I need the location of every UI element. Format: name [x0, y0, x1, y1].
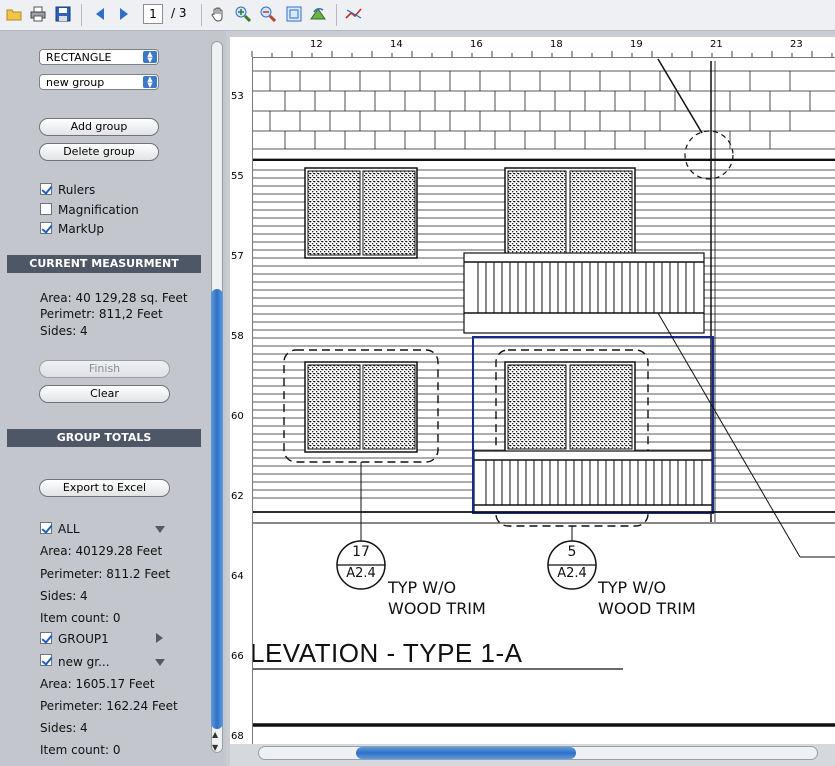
- detail-tag-17-number: 17: [352, 544, 370, 560]
- ruler-label: 55: [231, 171, 244, 182]
- group-all-area: Area: 40129.28 Feet: [40, 544, 163, 558]
- scroll-up-icon[interactable]: ▲: [212, 730, 218, 739]
- clear-button[interactable]: Clear: [39, 385, 170, 403]
- detail-tag-5-ref: A2.4: [557, 566, 587, 581]
- finish-button[interactable]: Finish: [39, 360, 170, 378]
- chevron-updown-icon: ▲ ▼: [143, 51, 157, 64]
- page-total: / 3: [171, 6, 187, 20]
- add-group-button[interactable]: Add group: [39, 118, 159, 136]
- sidebar: RECTANGLE ▲ ▼ new group ▲ ▼ Add group Dele…: [0, 31, 208, 766]
- current-sides: Sides: 4: [40, 324, 88, 338]
- scroll-thumb[interactable]: [211, 289, 223, 729]
- measure-tool-icon[interactable]: [344, 4, 364, 24]
- ruler-label: 53: [231, 91, 244, 102]
- group1-checkbox[interactable]: [40, 632, 52, 644]
- ruler-label: 64: [231, 571, 244, 582]
- ruler-label: 66: [231, 651, 244, 662]
- group-totals-header: GROUP TOTALS: [7, 429, 201, 447]
- group-all-sides: Sides: 4: [40, 589, 88, 603]
- group-all-label: ALL: [58, 522, 80, 536]
- ruler-label: 58: [231, 331, 244, 342]
- shape-select-value: RECTANGLE: [46, 51, 112, 64]
- vertical-ruler: 53 55 57 58 60 62 64 66 68: [230, 57, 253, 766]
- note-line: WOOD TRIM: [598, 599, 696, 618]
- ruler-label: 19: [630, 39, 643, 50]
- note-line: TYP W/O: [598, 578, 667, 597]
- expand-down-icon[interactable]: [155, 526, 165, 533]
- new-group-area: Area: 1605.17 Feet: [40, 677, 155, 691]
- current-perimeter: Perimetr: 811,2 Feet: [40, 307, 163, 321]
- detail-tag-5-number: 5: [567, 544, 577, 560]
- note-typ-wood-trim-left: TYP W/O WOOD TRIM: [388, 577, 486, 619]
- detail-tag-17-ref: A2.4: [346, 566, 376, 581]
- rulers-label: Rulers: [58, 183, 96, 197]
- current-area: Area: 40 129,28 sq. Feet: [40, 291, 188, 305]
- print-icon[interactable]: [28, 4, 48, 24]
- group-select[interactable]: new group ▲ ▼: [39, 74, 159, 90]
- scroll-down-icon[interactable]: ▼: [212, 743, 218, 752]
- hand-pan-icon[interactable]: [208, 4, 228, 24]
- ruler-label: 68: [231, 731, 244, 742]
- group-all-checkbox[interactable]: [40, 522, 52, 534]
- current-measurement-header: CURRENT MEASURMENT: [7, 255, 201, 273]
- horizontal-ruler: 12 14 16 18 19 21 23: [230, 37, 835, 58]
- rulers-checkbox[interactable]: [40, 183, 52, 195]
- new-group-item-count: Item count: 0: [40, 743, 121, 757]
- sidebar-scrollbar[interactable]: ▲ ▼: [208, 31, 226, 766]
- zoom-out-icon[interactable]: [258, 4, 278, 24]
- open-folder-icon[interactable]: [4, 4, 24, 24]
- new-group-label: new gr...: [58, 655, 110, 669]
- delete-group-button[interactable]: Delete group: [39, 143, 159, 161]
- scroll-thumb[interactable]: [356, 747, 576, 759]
- new-group-checkbox[interactable]: [40, 654, 52, 666]
- ruler-label: 23: [790, 39, 803, 50]
- export-to-excel-button[interactable]: Export to Excel: [39, 479, 170, 497]
- save-icon[interactable]: [53, 4, 73, 24]
- ruler-label: 60: [231, 411, 244, 422]
- new-group-sides: Sides: 4: [40, 721, 88, 735]
- expand-right-icon[interactable]: [156, 633, 163, 643]
- zoom-in-icon[interactable]: [233, 4, 253, 24]
- group1-label: GROUP1: [58, 632, 109, 646]
- expand-down-icon[interactable]: [155, 659, 165, 666]
- ruler-label: 62: [231, 491, 244, 502]
- ruler-label: 12: [310, 39, 323, 50]
- new-group-perimeter: Perimeter: 162.24 Feet: [40, 699, 178, 713]
- ruler-label: 21: [710, 39, 723, 50]
- group-all-item-count: Item count: 0: [40, 611, 121, 625]
- chevron-updown-icon: ▲ ▼: [143, 76, 157, 89]
- toolbar: 1 / 3: [0, 0, 835, 31]
- markup-label: MarkUp: [58, 222, 104, 236]
- fit-page-icon[interactable]: [284, 4, 304, 24]
- viewer-horizontal-scrollbar[interactable]: [230, 744, 835, 766]
- group-select-value: new group: [46, 76, 105, 89]
- note-line: WOOD TRIM: [388, 599, 486, 618]
- shape-select[interactable]: RECTANGLE ▲ ▼: [39, 49, 159, 65]
- magnification-checkbox[interactable]: [40, 203, 52, 215]
- ruler-label: 14: [390, 39, 403, 50]
- ruler-label: 18: [550, 39, 563, 50]
- ruler-label: 16: [470, 39, 483, 50]
- ruler-label: 57: [231, 251, 244, 262]
- drawing-viewer[interactable]: 17 A2.4 5 A2.4 TYP W/O WOOD TRIM TYP W/O…: [230, 37, 835, 766]
- page-number-input[interactable]: 1: [143, 4, 163, 24]
- magnification-label: Magnification: [58, 203, 139, 217]
- group-all-perimeter: Perimeter: 811.2 Feet: [40, 567, 171, 581]
- note-line: TYP W/O: [388, 578, 457, 597]
- markup-checkbox[interactable]: [40, 222, 52, 234]
- prev-page-icon[interactable]: [90, 4, 110, 24]
- rotate-icon[interactable]: [308, 4, 328, 24]
- drawing-title: LEVATION - TYPE 1-A: [250, 638, 523, 668]
- note-typ-wood-trim-right: TYP W/O WOOD TRIM: [598, 577, 696, 619]
- next-page-icon[interactable]: [114, 4, 134, 24]
